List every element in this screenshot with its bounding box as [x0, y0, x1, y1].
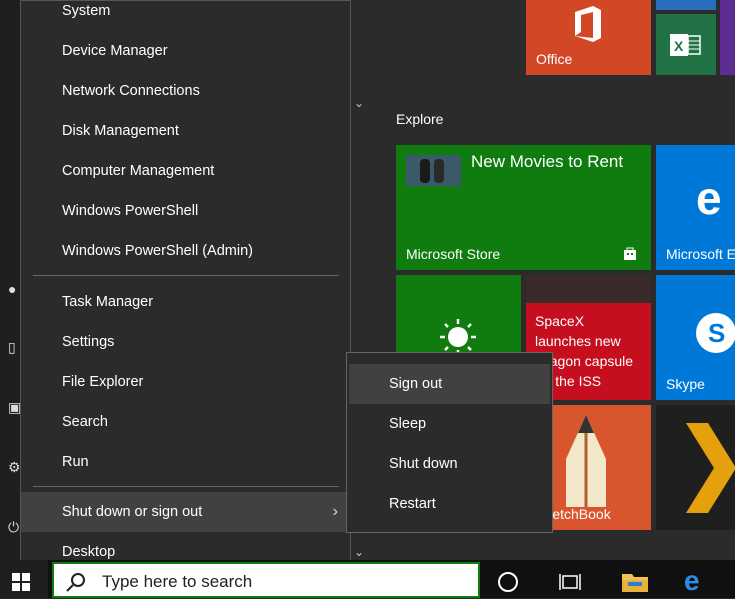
news-image	[526, 275, 651, 303]
menu-item-windows-powershell[interactable]: Windows PowerShell	[21, 191, 350, 231]
excel-tile[interactable]: X	[656, 14, 716, 75]
plex-icon	[686, 423, 735, 513]
store-tile-label: Microsoft Store	[406, 246, 501, 262]
file-explorer-icon[interactable]	[620, 570, 650, 594]
start-left-rail: ● ▯ ▣ ⚙ ⏻	[0, 0, 22, 560]
skype-tile-label: Skype	[666, 376, 705, 392]
office-tile-label: Office	[536, 51, 573, 67]
weather-sun-icon	[440, 319, 476, 355]
start-button[interactable]	[0, 560, 48, 598]
taskbar-search-box[interactable]: Type here to search	[52, 562, 480, 598]
search-placeholder: Type here to search	[102, 572, 253, 591]
menu-item-settings[interactable]: Settings	[21, 322, 350, 362]
edge-tile-label: Microsoft Edge	[666, 246, 735, 262]
menu-item-file-explorer[interactable]: File Explorer	[21, 362, 350, 402]
office-icon	[575, 6, 601, 42]
menu-item-task-manager[interactable]: Task Manager	[21, 282, 350, 322]
pencil-icon	[566, 415, 606, 507]
skype-icon: S	[696, 313, 735, 353]
chevron-right-icon: ›	[332, 503, 338, 520]
menu-separator	[33, 486, 339, 487]
quick-link-menu: System Device Manager Network Connection…	[20, 0, 351, 582]
menu-item-system[interactable]: System	[21, 0, 350, 31]
shutdown-submenu: Sign out Sleep Shut down Restart	[346, 352, 553, 533]
submenu-item-sign-out[interactable]: Sign out	[349, 364, 550, 404]
edge-icon: e	[696, 172, 722, 224]
excel-icon: X	[670, 34, 701, 56]
submenu-item-sleep[interactable]: Sleep	[349, 404, 550, 444]
menu-item-computer-management[interactable]: Computer Management	[21, 151, 350, 191]
skype-tile[interactable]: S Skype	[656, 275, 735, 400]
movie-thumbnail	[406, 155, 461, 186]
windows-logo-icon	[12, 573, 30, 591]
edge-tile[interactable]: e Microsoft Edge	[656, 145, 735, 270]
group-label-explore: Explore	[396, 111, 444, 127]
submenu-item-shut-down[interactable]: Shut down	[349, 444, 550, 484]
menu-separator	[33, 275, 339, 276]
edge-icon[interactable]: e	[684, 567, 710, 595]
menu-item-search[interactable]: Search	[21, 402, 350, 442]
menu-item-shut-down-or-sign-out[interactable]: Shut down or sign out ›	[21, 492, 350, 532]
menu-item-windows-powershell-admin[interactable]: Windows PowerShell (Admin)	[21, 231, 350, 271]
store-bag-icon	[624, 247, 636, 260]
store-tile-title: New Movies to Rent	[471, 152, 624, 171]
search-icon	[66, 573, 85, 592]
menu-item-device-manager[interactable]: Device Manager	[21, 31, 350, 71]
blue-tile-partial[interactable]	[656, 0, 716, 10]
purple-tile-partial[interactable]	[720, 0, 735, 75]
microsoft-store-tile[interactable]: New Movies to Rent Microsoft Store	[396, 145, 651, 270]
expand-chevron-icon[interactable]: ⌄	[354, 545, 364, 559]
plex-tile[interactable]	[656, 405, 735, 530]
svg-text:X: X	[674, 38, 684, 54]
collapse-chevron-icon[interactable]: ⌄	[354, 96, 364, 110]
submenu-item-restart[interactable]: Restart	[349, 484, 550, 524]
shut-down-label: Shut down or sign out	[62, 504, 203, 520]
menu-item-network-connections[interactable]: Network Connections	[21, 71, 350, 111]
cortana-icon[interactable]	[498, 572, 518, 592]
menu-item-disk-management[interactable]: Disk Management	[21, 111, 350, 151]
task-view-icon[interactable]	[558, 572, 582, 592]
menu-item-run[interactable]: Run	[21, 442, 350, 482]
office-tile[interactable]: Office	[526, 0, 651, 75]
